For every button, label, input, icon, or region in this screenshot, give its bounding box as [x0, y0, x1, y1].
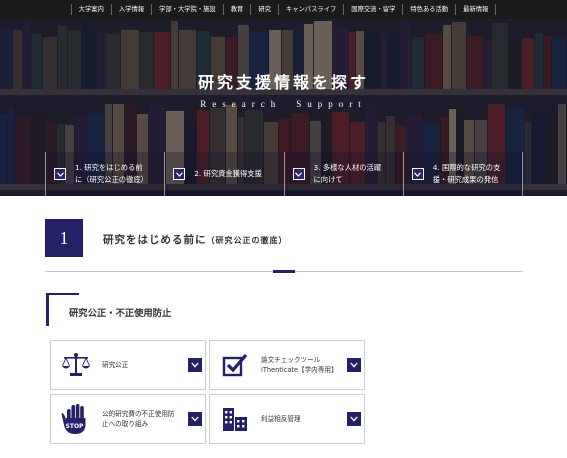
nav-item-admissions[interactable]: 入学情報 [112, 4, 153, 15]
tab-label: 4. 国際的な研究の支 援・研究成果の発信 [432, 163, 501, 184]
global-nav: 大学案内 入学情報 学部・大学院・施設 教育 研究 キャンパスライフ 国際交流・… [0, 0, 567, 19]
nav-item-international[interactable]: 国際交流・留学 [344, 4, 404, 15]
chevron-down-icon [347, 358, 361, 372]
nav-item-activities[interactable]: 特色ある活動 [403, 4, 457, 15]
building-icon [216, 404, 254, 434]
hero-subtitle: Research Support [200, 99, 367, 109]
tab-label: 2. 研究資金獲得支援 [194, 169, 262, 178]
card-ithenticate[interactable]: 論文チェックツール iThenticate【学内専用】 [209, 340, 365, 390]
tab-international-research[interactable]: 4. 国際的な研究の支 援・研究成果の発信 [402, 152, 523, 196]
tab-diverse-talent[interactable]: 3. 多様な人材の活躍 に向けて [283, 152, 403, 196]
card-conflict-of-interest[interactable]: 利益相反管理 [209, 394, 365, 444]
nav-item-news[interactable]: 最新情報 [456, 4, 497, 15]
subheading-accent [46, 293, 79, 295]
tab-funding-support[interactable]: 2. 研究資金獲得支援 [164, 152, 284, 196]
chevron-down-icon [188, 358, 202, 372]
checkbox-icon [216, 350, 254, 380]
chevron-down-icon [411, 168, 424, 180]
nav-item-about[interactable]: 大学案内 [70, 4, 112, 15]
tab-label: 3. 多様な人材の活躍 に向けて [313, 163, 382, 184]
nav-item-campus-life[interactable]: キャンパスライフ [279, 4, 345, 15]
chevron-down-icon [173, 168, 186, 180]
subheading-accent [46, 293, 49, 326]
hero-title: 研究支援情報を探す [197, 73, 369, 92]
section-number: 1 [45, 219, 83, 257]
chevron-down-icon [54, 168, 66, 180]
card-misuse-prevention[interactable]: STOP 公的研究費の不正使用防 止への取り組み [50, 394, 206, 444]
nav-item-faculties[interactable]: 学部・大学院・施設 [152, 4, 224, 15]
tab-label: 1. 研究をはじめる前 に（研究公正の徹底） [75, 163, 148, 184]
subsection-title: 研究公正・不正使用防止 [69, 308, 172, 319]
section-divider-accent [273, 270, 295, 273]
card-research-integrity[interactable]: 研究公正 [50, 340, 206, 390]
chevron-down-icon [347, 412, 361, 426]
stop-hand-icon: STOP [57, 404, 95, 434]
hero-banner: 研究支援情報を探す Research Support 1. 研究をはじめる前 に（… [0, 19, 567, 196]
tab-before-research[interactable]: 1. 研究をはじめる前 に（研究公正の徹底） [45, 152, 165, 196]
hero-tab-bar: 1. 研究をはじめる前 に（研究公正の徹底） 2. 研究資金獲得支援 3. 多様な… [45, 152, 523, 196]
scales-icon [57, 350, 95, 380]
section-title: 研究をはじめる前に（研究公正の徹底） [103, 234, 288, 246]
chevron-down-icon [188, 412, 202, 426]
chevron-down-icon [292, 168, 305, 180]
nav-item-research[interactable]: 研究 [251, 4, 279, 15]
nav-item-education[interactable]: 教育 [224, 4, 252, 15]
svg-text:STOP: STOP [66, 423, 85, 430]
